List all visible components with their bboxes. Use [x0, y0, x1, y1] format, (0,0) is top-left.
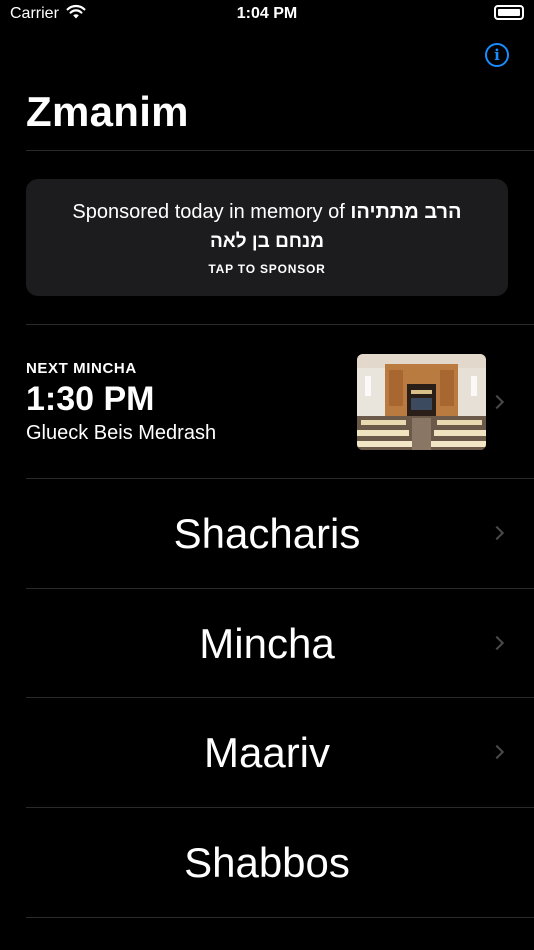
sponsor-prefix: Sponsored today in memory of — [72, 201, 345, 223]
sponsor-hebrew-name-line2: מנחם בן לאה — [209, 231, 325, 252]
prayer-row-shacharis[interactable]: Shacharis — [26, 479, 534, 588]
info-icon[interactable]: i — [485, 43, 509, 67]
tap-to-sponsor-label: TAP TO SPONSOR — [208, 262, 326, 276]
page-title: Zmanim — [26, 88, 189, 135]
sponsor-text: Sponsored today in memory of הרב מתתיהו — [26, 201, 508, 224]
prayer-label: Shacharis — [173, 510, 361, 557]
sponsor-card[interactable]: Sponsored today in memory of הרב מתתיהו … — [26, 179, 508, 296]
prayer-row-shabbos[interactable]: Shabbos — [26, 808, 534, 917]
title-divider — [26, 150, 534, 151]
prayer-label: Maariv — [203, 729, 331, 776]
chevron-right-icon — [489, 394, 505, 410]
next-mincha-time: 1:30 PM — [26, 380, 155, 418]
status-bar: Carrier 1:04 PM — [0, 0, 534, 30]
sponsor-hebrew-name: הרב מתתיהו — [350, 201, 462, 223]
prayer-label: Mincha — [199, 620, 335, 667]
beis-medrash-photo — [357, 354, 486, 450]
next-mincha-label: NEXT MINCHA — [26, 360, 137, 377]
next-mincha-row[interactable]: NEXT MINCHA 1:30 PM Glueck Beis Medrash — [26, 325, 534, 478]
prayer-label: Shabbos — [184, 839, 350, 886]
prayer-row-mincha[interactable]: Mincha — [26, 589, 534, 698]
prayer-row-maariv[interactable]: Maariv — [26, 698, 534, 807]
status-time: 1:04 PM — [236, 5, 298, 22]
battery-icon — [494, 5, 524, 20]
row-divider — [26, 917, 534, 918]
next-mincha-location: Glueck Beis Medrash — [26, 422, 217, 444]
